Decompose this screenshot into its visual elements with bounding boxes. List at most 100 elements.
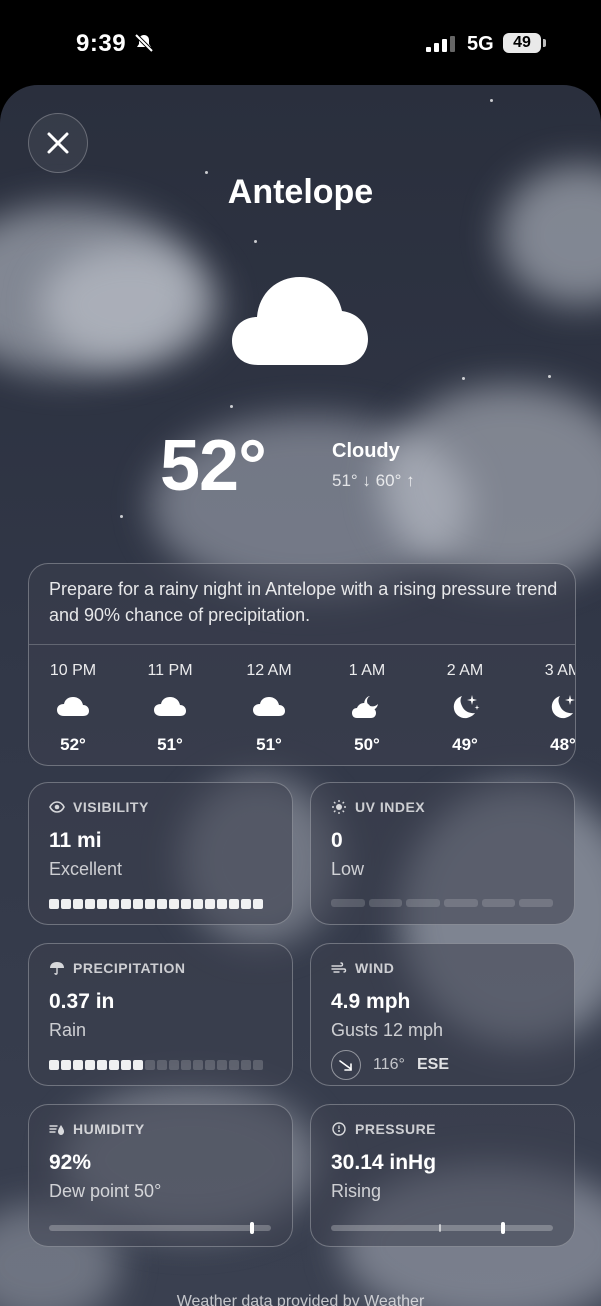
wind-speed: 4.9 mph: [331, 990, 411, 1013]
uv-segment: [444, 899, 478, 907]
visibility-description: Excellent: [49, 859, 123, 879]
meter-dot: [193, 1060, 203, 1070]
uv-segment: [406, 899, 441, 907]
uv-index-tile[interactable]: UV INDEX 0 Low: [310, 782, 575, 925]
hourly-item: 2 AM 49°: [425, 662, 505, 755]
uv-description: Low: [331, 859, 365, 879]
pressure-trend: Rising: [331, 1181, 382, 1201]
star: [120, 515, 123, 518]
meter-dot: [85, 1060, 95, 1070]
low-high-temps: 51° ↓ 60° ↑: [332, 471, 415, 490]
star: [230, 405, 233, 408]
meter-dot: [229, 1060, 239, 1070]
uv-segment: [481, 899, 516, 907]
star: [462, 377, 465, 380]
meter-dot: [121, 899, 131, 909]
hour-temp: 51°: [256, 735, 282, 754]
pressure-tile[interactable]: PRESSURE 30.14 inHg Rising: [310, 1104, 575, 1247]
umbrella-icon: [50, 962, 64, 975]
humidity-marker: [249, 1222, 254, 1234]
uv-value: 0: [331, 829, 343, 852]
hourly-item: 3 AM 48°: [523, 662, 576, 755]
data-attribution[interactable]: Weather data provided by Weather: [0, 1293, 601, 1306]
clock: 9:39: [76, 30, 127, 57]
tile-title: PRECIPITATION: [49, 960, 186, 976]
meter-dot: [241, 1060, 251, 1070]
meter-dot: [145, 899, 155, 909]
cloud-icon: [232, 277, 368, 365]
meter-dot: [229, 899, 239, 909]
meter-dot: [49, 1060, 59, 1070]
sun-icon: [332, 800, 346, 814]
meter-dot: [109, 899, 119, 909]
weather-sheet: Antelope 52° Cloudy 51° ↓ 60° ↑ Prepare …: [0, 85, 601, 1306]
tile-title-text: VISIBILITY: [73, 799, 149, 815]
star: [548, 375, 551, 378]
meter-dot: [193, 899, 203, 909]
meter-dot: [109, 1060, 119, 1070]
hour-temp: 52°: [60, 735, 86, 754]
meter-dot: [49, 899, 59, 909]
hourly-item: 11 PM 51°: [130, 662, 210, 755]
humidity-value: 92%: [49, 1151, 92, 1174]
network-type: 5G: [467, 33, 494, 55]
meter-dot: [253, 1060, 263, 1070]
star: [490, 99, 493, 102]
meter-dot: [169, 1060, 179, 1070]
meter-dot: [121, 1060, 131, 1070]
precipitation-description: Rain: [49, 1020, 87, 1040]
city-name: Antelope: [227, 173, 374, 211]
tile-title: UV INDEX: [331, 799, 425, 815]
uv-segment: [368, 899, 403, 907]
wind-tile[interactable]: WIND 4.9 mph Gusts 12 mph 116° ESE: [310, 943, 575, 1086]
uv-meter: [331, 899, 554, 907]
meter-dot: [205, 899, 215, 909]
visibility-value: 11 mi: [49, 829, 102, 852]
pressure-bar: [331, 1222, 553, 1234]
tile-title-text: PRECIPITATION: [73, 960, 186, 976]
cellular-signal-icon: [426, 36, 455, 52]
tile-title: WIND: [331, 960, 394, 976]
uv-segment: [331, 899, 365, 907]
meter-dot: [97, 899, 107, 909]
moon-stars-icon: [551, 695, 575, 719]
visibility-meter: [49, 899, 263, 909]
meter-dot: [181, 1060, 191, 1070]
precipitation-value: 0.37 in: [49, 990, 115, 1013]
meter-dot: [169, 899, 179, 909]
moon-stars-icon: [453, 695, 480, 719]
precipitation-tile[interactable]: PRECIPITATION 0.37 in Rain: [28, 943, 293, 1086]
humidity-bar: [49, 1222, 271, 1234]
hourly-forecast-card[interactable]: Prepare for a rainy night in Antelope wi…: [28, 563, 576, 766]
compass: [331, 1050, 361, 1080]
silent-mode-icon: [134, 33, 154, 53]
tile-title-text: UV INDEX: [355, 799, 426, 815]
star: [254, 240, 257, 243]
hour-label: 11 PM: [147, 662, 193, 679]
close-button[interactable]: [28, 113, 88, 173]
battery-cap: [543, 39, 546, 47]
visibility-tile[interactable]: VISIBILITY 11 mi Excellent: [28, 782, 293, 925]
meter-dot: [241, 899, 251, 909]
hour-temp: 49°: [452, 735, 478, 754]
partly-cloudy-night-icon: [352, 696, 378, 718]
tile-title-text: HUMIDITY: [73, 1121, 145, 1137]
meter-dot: [145, 1060, 155, 1070]
tile-title: VISIBILITY: [49, 799, 149, 815]
divider: [29, 644, 575, 645]
meter-dot: [61, 1060, 71, 1070]
wind-degrees: 116°: [373, 1056, 405, 1073]
tile-title-text: WIND: [355, 960, 395, 976]
humidity-tile[interactable]: HUMIDITY 92% Dew point 50°: [28, 1104, 293, 1247]
gauge-icon: [332, 1122, 346, 1136]
hour-temp: 48°: [550, 735, 576, 754]
uv-segment: [519, 899, 554, 907]
hour-label: 3 AM: [544, 662, 575, 679]
meter-dot: [61, 899, 71, 909]
hourly-item: 12 AM 51°: [229, 662, 309, 755]
cloud-icon: [154, 697, 186, 716]
tile-title: HUMIDITY: [49, 1121, 145, 1137]
hour-label: 1 AM: [348, 662, 386, 679]
direction-arrow-icon: [339, 1060, 352, 1071]
tile-title-text: PRESSURE: [355, 1121, 437, 1137]
